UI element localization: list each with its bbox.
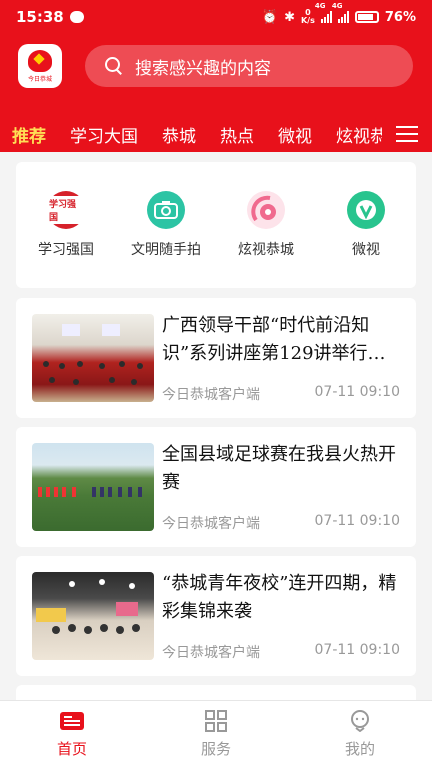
shortcut-label: 学习强国 xyxy=(38,242,94,258)
battery-icon xyxy=(354,11,379,23)
shortcut-xuanshi[interactable]: 炫视恭城 xyxy=(221,191,311,259)
menu-icon xyxy=(396,126,418,142)
tab-recommend[interactable]: 推荐 xyxy=(12,122,46,152)
logo-text: 今日恭城 xyxy=(27,75,52,83)
flower-icon xyxy=(247,191,285,229)
nav-profile[interactable]: 我的 xyxy=(288,701,432,768)
app-logo[interactable]: 今日恭城 xyxy=(18,44,62,88)
news-time: 07-11 09:10 xyxy=(314,642,400,658)
news-card[interactable]: 广西领导干部“时代前沿知识”系列讲座第129讲举行… 今日恭城客户端 07-11… xyxy=(16,298,416,418)
search-placeholder: 搜索感兴趣的内容 xyxy=(135,58,271,79)
news-source: 今日恭城客户端 xyxy=(162,516,260,532)
search-bar[interactable]: 搜索感兴趣的内容 xyxy=(85,45,413,87)
nav-service[interactable]: 服务 xyxy=(144,701,288,768)
news-title: “恭城青年夜校”连开四期，精彩集锦来袭 xyxy=(162,573,397,622)
nav-label: 服务 xyxy=(200,740,231,758)
channel-tabs: 推荐 学习大国 恭城 热点 微视 炫视恭城 xyxy=(0,116,432,152)
news-card[interactable]: 全国县域足球赛在我县火热开赛 今日恭城客户端 07-11 09:10 xyxy=(16,427,416,547)
shortcut-civilization-photo[interactable]: 文明随手拍 xyxy=(121,191,211,259)
tab-hot[interactable]: 热点 xyxy=(220,122,254,147)
news-title: 全国县域足球赛在我县火热开赛 xyxy=(162,444,396,493)
news-time: 07-11 09:10 xyxy=(314,513,400,529)
bottom-nav: 首页 服务 我的 xyxy=(0,700,432,768)
alarm-icon: ⏰ xyxy=(261,9,279,25)
signal-icon: 4G xyxy=(315,2,332,23)
channel-menu-button[interactable] xyxy=(382,116,432,152)
message-icon xyxy=(69,11,84,23)
v-icon xyxy=(347,191,385,229)
tab-gongcheng[interactable]: 恭城 xyxy=(162,122,196,147)
profile-icon xyxy=(351,710,369,732)
battery-level: 76% xyxy=(384,9,416,25)
logo-mark-icon xyxy=(28,49,52,72)
news-thumbnail-youth-night-school xyxy=(32,572,154,660)
news-thumbnail-lecture-hall xyxy=(32,314,154,402)
bluetooth-icon: ✱ xyxy=(284,9,295,25)
shortcut-label: 微视 xyxy=(352,242,380,258)
grid-icon xyxy=(205,710,227,732)
news-card[interactable]: “恭城青年夜校”连开四期，精彩集锦来袭 今日恭城客户端 07-11 09:10 xyxy=(16,556,416,676)
shortcut-xuexi[interactable]: 学习强国 学习强国 xyxy=(21,191,111,259)
tab-study[interactable]: 学习大国 xyxy=(70,122,138,147)
net-speed: 0 K/s xyxy=(300,8,315,25)
clock: 15:38 xyxy=(16,8,64,26)
xuexi-qiangguo-icon: 学习强国 xyxy=(47,191,85,229)
shortcut-label: 文明随手拍 xyxy=(131,242,201,258)
shortcut-label: 炫视恭城 xyxy=(238,242,294,258)
app-header: 今日恭城 搜索感兴趣的内容 推荐 学习大国 恭城 热点 微视 炫视恭城 xyxy=(0,34,432,152)
tab-microvideo[interactable]: 微视 xyxy=(278,122,312,147)
news-source: 今日恭城客户端 xyxy=(162,645,260,661)
nav-label: 首页 xyxy=(56,740,87,758)
search-icon xyxy=(105,57,123,75)
news-source: 今日恭城客户端 xyxy=(162,387,260,403)
shortcut-microvideo[interactable]: 微视 xyxy=(321,191,411,259)
status-bar: 15:38 ⏰ ✱ 0 K/s 4G 4G 76% xyxy=(0,0,432,34)
news-thumbnail-football xyxy=(32,443,154,531)
signal-icon-2: 4G xyxy=(332,2,349,23)
shortcut-panel: 学习强国 学习强国 文明随手拍 炫视恭城 微视 xyxy=(16,162,416,288)
news-title: 广西领导干部“时代前沿知识”系列讲座第129讲举行… xyxy=(162,315,386,364)
camera-icon xyxy=(147,191,185,229)
nav-home[interactable]: 首页 xyxy=(0,701,144,768)
home-news-icon xyxy=(60,712,84,730)
nav-label: 我的 xyxy=(344,740,375,758)
news-time: 07-11 09:10 xyxy=(314,384,400,400)
